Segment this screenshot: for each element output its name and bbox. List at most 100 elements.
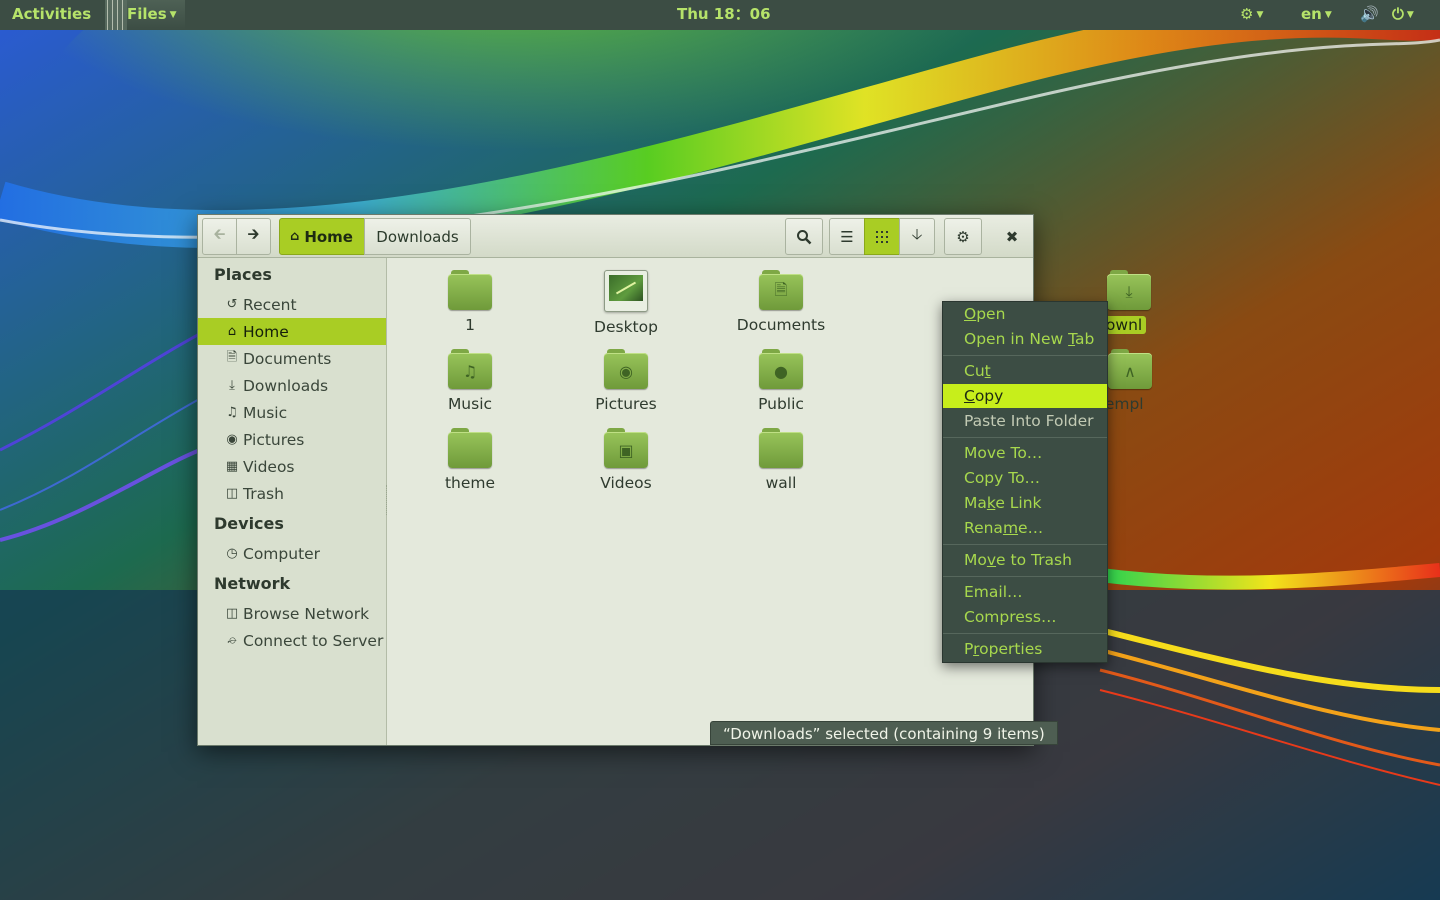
close-button[interactable]: ✖ xyxy=(994,218,1030,255)
search-button[interactable] xyxy=(785,218,823,255)
file-name: Pictures xyxy=(595,395,657,413)
sidebar-item-computer[interactable]: ◷ Computer xyxy=(198,540,386,567)
file-item[interactable]: ◉ Pictures xyxy=(566,349,686,413)
menu-item-label: Make Link xyxy=(964,494,1042,512)
volume-icon: 🔊 xyxy=(1360,5,1379,23)
sidebar-item-label: Music xyxy=(243,403,288,422)
sidebar-item-label: Documents xyxy=(243,349,332,368)
sidebar-item-recent[interactable]: ↺ Recent xyxy=(198,291,386,318)
menu-item-cut[interactable]: Cut xyxy=(943,359,1107,383)
forward-button[interactable]: 🡲 xyxy=(236,218,271,255)
clock[interactable]: Thu 18：06 xyxy=(677,0,771,30)
file-name: Music xyxy=(447,395,493,413)
menu-item-copy-to[interactable]: Copy To… xyxy=(943,466,1107,490)
file-item[interactable]: ● Public xyxy=(721,349,841,413)
sidebar-item-label: Pictures xyxy=(243,430,305,449)
places-header: Places xyxy=(214,265,272,284)
sidebar-item-label: Browse Network xyxy=(243,604,370,623)
menu-item-rename[interactable]: Rename… xyxy=(943,516,1107,540)
sidebar-item-videos[interactable]: ▦ Videos xyxy=(198,453,386,480)
menu-item-label: Move To… xyxy=(964,444,1043,462)
file-item[interactable]: 1 xyxy=(410,270,530,334)
menu-item-label: Move to Trash xyxy=(964,551,1072,569)
sidebar-item-pictures[interactable]: ◉ Pictures xyxy=(198,426,386,453)
sidebar-item-music[interactable]: ♫ Music xyxy=(198,399,386,426)
sidebar-item-home[interactable]: ⌂ Home xyxy=(198,318,386,345)
grid-icon xyxy=(876,230,888,243)
trash-icon: ◫ xyxy=(225,486,239,501)
breadcrumb-downloads[interactable]: Downloads xyxy=(364,218,471,255)
chevron-down-icon: ▼ xyxy=(169,10,177,20)
server-icon: ⌮ xyxy=(227,633,237,648)
file-item[interactable]: Desktop xyxy=(566,270,686,336)
pictures-folder-icon: ◉ xyxy=(604,349,648,389)
file-name: wall xyxy=(765,474,797,492)
file-item[interactable]: 🗎 Documents xyxy=(721,270,841,334)
file-item[interactable]: ▣ Videos xyxy=(566,428,686,492)
chevron-down-icon: ▼ xyxy=(1324,10,1332,20)
view-options-button[interactable]: 🡣 xyxy=(899,218,935,255)
menu-item-label: Copy To… xyxy=(964,469,1041,487)
back-button[interactable]: 🡰 xyxy=(202,218,237,255)
activities-button[interactable]: Activities xyxy=(12,0,91,30)
menu-item-email[interactable]: Email… xyxy=(943,580,1107,604)
menu-item-open[interactable]: Open xyxy=(943,302,1107,326)
menu-item-make-link[interactable]: Make Link xyxy=(943,491,1107,515)
devices-header: Devices xyxy=(214,514,284,533)
chevron-down-icon: ▼ xyxy=(1256,10,1264,20)
menu-item-label: Paste Into Folder xyxy=(964,412,1094,430)
sidebar-item-label: Downloads xyxy=(243,376,329,395)
document-icon: 🗎 xyxy=(226,349,238,365)
list-view-button[interactable]: ☰ xyxy=(829,218,865,255)
menu-item-compress[interactable]: Compress… xyxy=(943,605,1107,629)
app-menu[interactable]: Files ▼ xyxy=(105,0,185,30)
top-bar: Activities Files ▼ Thu 18：06 ⚙ ▼ en ▼ 🔊 ⏻ ▼ xyxy=(0,0,1440,30)
file-item[interactable]: ♫ Music xyxy=(410,349,530,413)
search-icon xyxy=(797,229,812,244)
files-window: 🡰 🡲 ⌂ Home Downloads ☰ 🡣 ⚙ ✖ Places ↺ Rec… xyxy=(197,214,1152,746)
volume-indicator[interactable]: 🔊 xyxy=(1360,0,1379,30)
sidebar-item-connect-server[interactable]: ⌮ Connect to Server xyxy=(198,627,386,654)
folder-icon xyxy=(448,270,492,310)
menu-item-paste-into-folder[interactable]: Paste Into Folder xyxy=(943,409,1107,433)
menu-separator xyxy=(943,633,1107,634)
settings-button[interactable]: ⚙ xyxy=(944,218,982,255)
file-item[interactable]: wall xyxy=(721,428,841,492)
menu-item-label: Cut xyxy=(964,362,991,380)
list-icon: ☰ xyxy=(840,227,854,246)
grid-view-button[interactable] xyxy=(864,218,900,255)
sidebar-item-browse-network[interactable]: ◫ Browse Network xyxy=(198,600,386,627)
sidebar-item-documents[interactable]: 🗎 Documents xyxy=(198,345,386,372)
system-menu[interactable]: ⏻ ▼ xyxy=(1392,0,1414,30)
download-icon: ⤓ xyxy=(229,378,235,393)
menu-item-label: Rename… xyxy=(964,519,1044,537)
file-name: Documents xyxy=(736,316,826,334)
file-name: Desktop xyxy=(594,318,658,336)
app-menu-grip xyxy=(105,0,127,30)
file-item[interactable]: theme xyxy=(410,428,530,492)
menu-item-move-to-trash[interactable]: Move to Trash xyxy=(943,548,1107,572)
language-label: en xyxy=(1301,5,1322,23)
menu-item-copy[interactable]: Copy xyxy=(943,384,1107,408)
home-icon: ⌂ xyxy=(290,229,300,244)
arrow-down-icon: 🡣 xyxy=(911,225,923,243)
menu-item-move-to[interactable]: Move To… xyxy=(943,441,1107,465)
public-folder-icon: ● xyxy=(759,349,803,389)
language-menu[interactable]: en ▼ xyxy=(1301,0,1332,30)
desktop-folder-icon xyxy=(604,270,648,312)
recent-icon: ↺ xyxy=(226,297,238,312)
sidebar-item-trash[interactable]: ◫ Trash xyxy=(198,480,386,507)
sidebar-item-downloads[interactable]: ⤓ Downloads xyxy=(198,372,386,399)
menu-item-properties[interactable]: Properties xyxy=(943,637,1107,661)
breadcrumb-home[interactable]: ⌂ Home xyxy=(279,218,365,255)
menu-item-open-new-tab[interactable]: Open in New Tab xyxy=(943,327,1107,351)
arrow-left-icon: 🡰 xyxy=(213,225,226,243)
menu-separator xyxy=(943,544,1107,545)
sidebar-item-label: Home xyxy=(243,322,289,341)
accessibility-menu[interactable]: ⚙ ▼ xyxy=(1240,0,1263,30)
music-icon: ♫ xyxy=(226,405,238,420)
home-icon: ⌂ xyxy=(227,324,237,339)
templates-folder-icon: ∧ xyxy=(1108,349,1152,389)
file-name: Videos xyxy=(600,474,652,492)
sidebar-item-label: Connect to Server xyxy=(243,631,384,650)
